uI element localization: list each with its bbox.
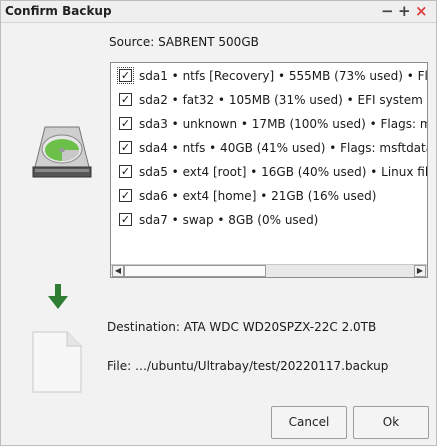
destination-device: ATA WDC WD20SPZX-22C 2.0TB [183, 320, 377, 334]
scroll-thumb[interactable] [124, 265, 266, 277]
cancel-button[interactable]: Cancel [271, 406, 347, 439]
window-title: Confirm Backup [5, 4, 112, 18]
file-icon [32, 331, 82, 393]
partition-label: sda2 • fat32 • 105MB (31% used) • EFI sy… [139, 93, 427, 107]
file-line: File: …/ubuntu/Ultrabay/test/20220117.ba… [107, 359, 388, 373]
partition-checkbox[interactable]: ✓ [119, 141, 132, 154]
scroll-left-icon[interactable]: ◀ [112, 265, 124, 277]
arrow-down-icon [48, 284, 68, 309]
partition-row[interactable]: ✓ sda4 • ntfs • 40GB (41% used) • Flags:… [111, 136, 428, 160]
source-device: SABRENT 500GB [158, 35, 259, 49]
file-label: File: [107, 359, 132, 373]
partition-label: sda1 • ntfs [Recovery] • 555MB (73% used… [139, 69, 428, 83]
partition-label: sda7 • swap • 8GB (0% used) [139, 213, 319, 227]
maximize-button[interactable]: + [398, 2, 411, 20]
partition-label: sda3 • unknown • 17MB (100% used) • Flag… [139, 117, 427, 131]
file-path: …/ubuntu/Ultrabay/test/20220117.backup [134, 359, 389, 373]
title-bar: Confirm Backup − + × [1, 1, 436, 23]
partition-list[interactable]: ✓ sda1 • ntfs [Recovery] • 555MB (73% us… [110, 62, 428, 278]
partition-checkbox[interactable]: ✓ [119, 213, 132, 226]
partition-checkbox[interactable]: ✓ [117, 67, 134, 84]
partition-checkbox[interactable]: ✓ [119, 165, 132, 178]
ok-button[interactable]: Ok [353, 406, 429, 439]
partition-label: sda5 • ext4 [root] • 16GB (40% used) • L… [139, 165, 428, 179]
partition-row[interactable]: ✓ sda7 • swap • 8GB (0% used) [111, 208, 427, 232]
partition-label: sda6 • ext4 [home] • 21GB (16% used) [139, 189, 377, 203]
partition-checkbox[interactable]: ✓ [119, 93, 132, 106]
hard-disk-icon [32, 126, 92, 178]
partition-checkbox[interactable]: ✓ [119, 189, 132, 202]
close-button[interactable]: × [415, 2, 428, 20]
destination-line: Destination: ATA WDC WD20SPZX-22C 2.0TB [107, 320, 376, 334]
minimize-button[interactable]: − [381, 2, 394, 20]
partition-row[interactable]: ✓ sda5 • ext4 [root] • 16GB (40% used) •… [111, 160, 428, 184]
source-label: Source: [109, 35, 155, 49]
confirm-backup-dialog: Confirm Backup − + × Source: SABRENT 500… [0, 0, 437, 446]
destination-label: Destination: [107, 320, 180, 334]
horizontal-scrollbar[interactable]: ◀ ▶ [111, 264, 427, 277]
partition-label: sda4 • ntfs • 40GB (41% used) • Flags: m… [139, 141, 428, 155]
partition-row[interactable]: ✓ sda2 • fat32 • 105MB (31% used) • EFI … [111, 88, 427, 112]
partition-row[interactable]: ✓ sda6 • ext4 [home] • 21GB (16% used) [111, 184, 427, 208]
scroll-right-icon[interactable]: ▶ [414, 265, 426, 277]
partition-row[interactable]: ✓ sda3 • unknown • 17MB (100% used) • Fl… [111, 112, 427, 136]
partition-row[interactable]: ✓ sda1 • ntfs [Recovery] • 555MB (73% us… [111, 64, 428, 88]
partition-checkbox[interactable]: ✓ [119, 117, 132, 130]
source-line: Source: SABRENT 500GB [109, 35, 259, 49]
